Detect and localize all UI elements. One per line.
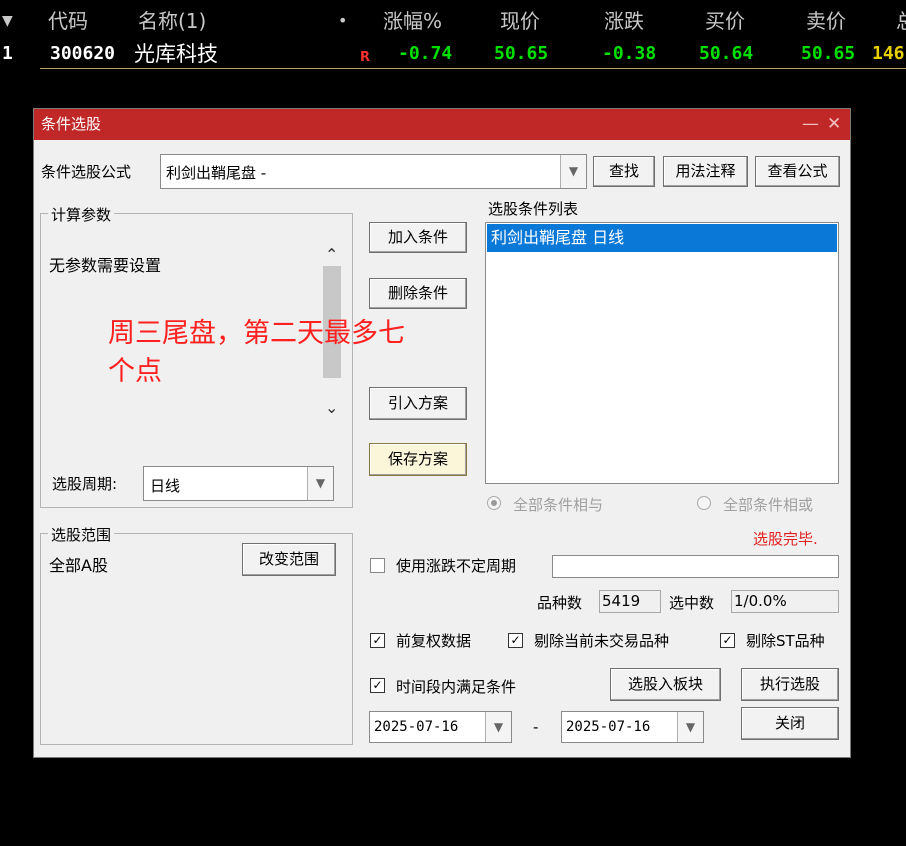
col-header-bid[interactable]: 买价 (705, 4, 745, 38)
delete-condition-button[interactable]: 删除条件 (369, 278, 467, 309)
conditions-list-label: 选股条件列表 (488, 200, 579, 218)
list-item[interactable]: 利剑出鞘尾盘 日线 (487, 224, 837, 252)
usage-notes-button[interactable]: 用法注释 (663, 156, 748, 187)
margin-flag: R (360, 50, 371, 65)
col-header-change-pct[interactable]: 涨幅% (383, 4, 442, 38)
date-from-value: 2025-07-16 (374, 719, 459, 735)
date-separator: - (533, 718, 539, 736)
change-value: -0.38 (602, 43, 657, 64)
close-icon[interactable]: ✕ (827, 109, 841, 140)
add-condition-button[interactable]: 加入条件 (369, 222, 467, 253)
execute-selection-button[interactable]: 执行选股 (741, 668, 839, 701)
radio-dot (491, 500, 497, 506)
formula-select[interactable]: 利剑出鞘尾盘 - ▼ (160, 154, 587, 189)
period-value: 日线 (150, 477, 181, 495)
dialog-title: 条件选股 (41, 115, 102, 133)
close-button[interactable]: 关闭 (741, 707, 839, 740)
period-label: 选股周期: (52, 475, 118, 493)
time-range-checkbox[interactable]: ✓ (370, 678, 385, 693)
selected-label: 选中数 (669, 594, 715, 612)
count-value: 5419 (599, 590, 661, 613)
date-from-dropdown-button[interactable]: ▼ (485, 712, 511, 742)
condition-selection-dialog: 条件选股 — ✕ 条件选股公式 利剑出鞘尾盘 - ▼ 查找 用法注释 查看公式 … (33, 108, 851, 758)
save-plan-button[interactable]: 保存方案 (369, 443, 467, 476)
annotation-text: 周三尾盘，第二天最多七 个点 (108, 315, 405, 391)
period-select[interactable]: 日线 ▼ (143, 466, 334, 501)
col-header-price[interactable]: 现价 (500, 4, 540, 38)
period-dropdown-button[interactable]: ▼ (307, 467, 333, 500)
exclude-st-label: 剔除ST品种 (746, 632, 825, 650)
bid-value: 50.64 (699, 43, 754, 64)
chevron-down-icon: ▼ (685, 720, 696, 734)
params-text: 无参数需要设置 (49, 256, 162, 275)
view-formula-button[interactable]: 查看公式 (755, 156, 840, 187)
import-plan-button[interactable]: 引入方案 (369, 387, 467, 420)
extra-value: 146 (872, 43, 905, 64)
use-variable-period-label: 使用涨跌不定周期 (396, 557, 517, 575)
col-header-name[interactable]: 名称(1) (138, 4, 206, 38)
stock-code[interactable]: 300620 (50, 38, 115, 70)
formula-dropdown-button[interactable]: ▼ (560, 155, 586, 188)
scroll-down-icon[interactable]: ⌄ (325, 398, 338, 417)
date-from-picker[interactable]: 2025-07-16 ▼ (369, 711, 512, 743)
change-range-button[interactable]: 改变范围 (242, 543, 336, 576)
radio-all-or-label: 全部条件相或 (723, 496, 814, 514)
price-value: 50.65 (494, 43, 549, 64)
col-header-ask[interactable]: 卖价 (806, 4, 846, 38)
minimize-icon[interactable]: — (802, 109, 819, 140)
add-to-block-button[interactable]: 选股入板块 (610, 668, 721, 701)
exclude-untraded-label: 剔除当前未交易品种 (534, 632, 670, 650)
selected-row-underline (40, 68, 906, 69)
sort-indicator[interactable]: ▼ (2, 4, 13, 38)
chevron-down-icon: ▼ (315, 476, 326, 490)
radio-all-and-label: 全部条件相与 (513, 496, 604, 514)
forward-adjust-checkbox[interactable]: ✓ (370, 633, 385, 648)
col-header-code[interactable]: 代码 (48, 4, 88, 38)
date-to-value: 2025-07-16 (566, 719, 651, 735)
dialog-title-bar[interactable]: 条件选股 — ✕ (34, 109, 850, 140)
col-header-change[interactable]: 涨跌 (604, 4, 644, 38)
date-to-picker[interactable]: 2025-07-16 ▼ (561, 711, 704, 743)
col-header-dot: • (338, 11, 348, 30)
scroll-up-icon[interactable]: ⌃ (325, 245, 338, 264)
time-range-label: 时间段内满足条件 (396, 678, 517, 696)
chevron-down-icon: ▼ (493, 720, 504, 734)
conditions-list[interactable]: 利剑出鞘尾盘 日线 (485, 222, 839, 484)
date-to-dropdown-button[interactable]: ▼ (677, 712, 703, 742)
annotation-line-2: 个点 (108, 356, 162, 387)
annotation-line-1: 周三尾盘，第二天最多七 (108, 318, 405, 349)
chevron-down-icon: ▼ (568, 164, 579, 178)
variable-period-input[interactable] (552, 555, 839, 578)
radio-all-and[interactable] (487, 496, 501, 510)
forward-adjust-label: 前复权数据 (396, 632, 472, 650)
range-value: 全部A股 (49, 556, 108, 575)
exclude-st-checkbox[interactable]: ✓ (720, 633, 735, 648)
change-pct-value: -0.74 (398, 43, 453, 64)
quote-table: ▼ 代码 名称(1) • 涨幅% 现价 涨跌 买价 卖价 总 1 300620 … (0, 0, 906, 72)
count-label: 品种数 (537, 594, 583, 612)
formula-value: 利剑出鞘尾盘 - (166, 164, 267, 182)
use-variable-period-checkbox[interactable] (370, 558, 385, 573)
selected-value: 1/0.0% (731, 590, 839, 613)
ask-value: 50.65 (801, 43, 856, 64)
radio-all-or[interactable] (697, 496, 711, 510)
exclude-untraded-checkbox[interactable]: ✓ (508, 633, 523, 648)
formula-label: 条件选股公式 (41, 163, 132, 181)
params-group-title: 计算参数 (48, 204, 115, 225)
row-index: 1 (2, 43, 13, 64)
find-button[interactable]: 查找 (593, 156, 655, 187)
col-header-extra[interactable]: 总 (896, 4, 906, 38)
stock-name[interactable]: 光库科技 (134, 38, 218, 70)
range-group-title: 选股范围 (48, 524, 115, 545)
status-text: 选股完毕. (753, 530, 818, 548)
